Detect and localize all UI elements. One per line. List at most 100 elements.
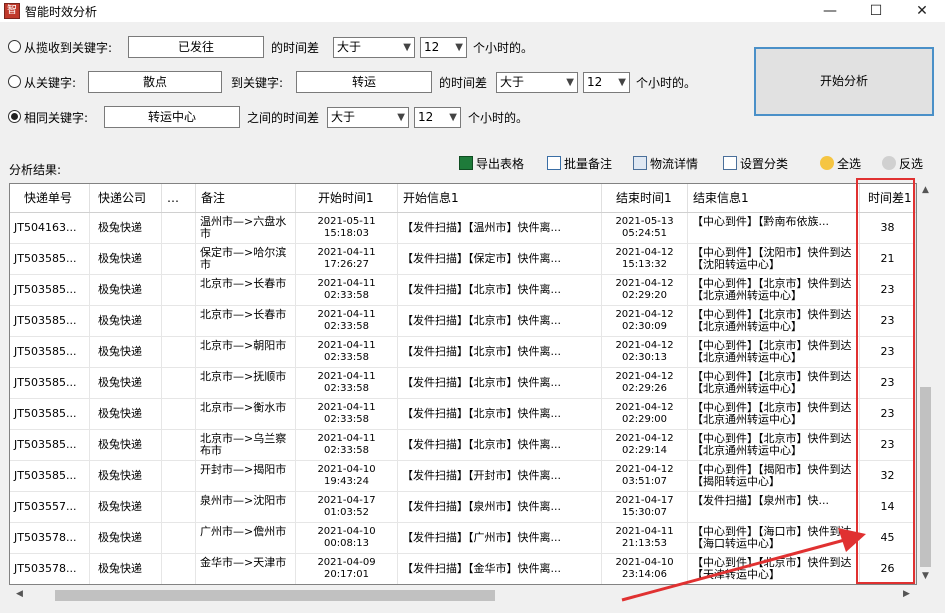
scroll-up-icon[interactable]: ▲ bbox=[917, 185, 934, 195]
radio-same-keyword[interactable] bbox=[8, 110, 21, 123]
export-table-button[interactable]: 导出表格 bbox=[459, 154, 524, 174]
col-end-time[interactable]: 结束时间1 bbox=[602, 184, 688, 212]
cell-end-time: 2021-04-12 15:13:32 bbox=[602, 244, 688, 274]
cell-end-time: 2021-04-12 02:30:09 bbox=[602, 306, 688, 336]
clock-text: 17:26:27 bbox=[324, 259, 369, 270]
cell-start-time: 2021-04-11 02:33:58 bbox=[296, 399, 398, 429]
table-row[interactable]: JT503585... 极兔快递 北京市—>长春市 2021-04-11 02:33:5… bbox=[10, 306, 916, 337]
row3-compare-select[interactable]: 大于 ▼ bbox=[327, 107, 409, 128]
cell-hidden bbox=[162, 213, 196, 243]
cell-end-info: 【中心到件】【沈阳市】快件到达【沈阳转运中心】 bbox=[688, 244, 860, 274]
row2-from-keyword-input[interactable]: 散点 bbox=[88, 71, 222, 93]
batch-note-button[interactable]: 批量备注 bbox=[547, 154, 612, 174]
cell-end-info: 【中心到件】【北京市】快件到达【北京通州转运中心】 bbox=[688, 306, 860, 336]
row2-compare-select[interactable]: 大于 ▼ bbox=[496, 72, 578, 93]
row1-compare-select[interactable]: 大于 ▼ bbox=[333, 37, 415, 58]
cell-tracking-number: JT503585... bbox=[10, 399, 90, 429]
col-company[interactable]: 快递公司 bbox=[90, 184, 162, 212]
clock-text: 01:03:52 bbox=[324, 507, 369, 518]
cell-end-info: 【中心到件】【北京市】快件到达【北京通州转运中心】 bbox=[688, 337, 860, 367]
cell-note: 开封市—>揭阳市 bbox=[196, 461, 296, 491]
date-text: 2021-04-12 bbox=[615, 278, 674, 289]
cell-start-time: 2021-04-11 02:33:58 bbox=[296, 430, 398, 460]
cell-company: 极兔快递 bbox=[90, 213, 162, 243]
clock-text: 02:29:26 bbox=[622, 383, 667, 394]
note-icon bbox=[547, 156, 561, 170]
row1-hours-select[interactable]: 12 ▼ bbox=[420, 37, 467, 58]
cell-hidden bbox=[162, 244, 196, 274]
table-row[interactable]: JT503585... 极兔快递 北京市—>衡水市 2021-04-11 02:33:5… bbox=[10, 399, 916, 430]
cell-company: 极兔快递 bbox=[90, 337, 162, 367]
time-diff-highlight-box bbox=[856, 178, 915, 584]
horizontal-scrollbar[interactable]: ◀ ▶ bbox=[9, 587, 917, 604]
cell-end-info: 【中心到件】【北京市】快件到达【北京通州转运中心】 bbox=[688, 430, 860, 460]
chevron-down-icon: ▼ bbox=[455, 42, 463, 53]
select-all-button[interactable]: 全选 bbox=[820, 154, 861, 174]
minimize-button[interactable]: — bbox=[807, 0, 853, 22]
row3-hours-select[interactable]: 12 ▼ bbox=[414, 107, 461, 128]
table-row[interactable]: JT503578... 极兔快递 广州市—>儋州市 2021-04-10 00:08:1… bbox=[10, 523, 916, 554]
cell-note: 北京市—>抚顺市 bbox=[196, 368, 296, 398]
close-button[interactable]: ✕ bbox=[899, 0, 945, 22]
cell-hidden bbox=[162, 461, 196, 491]
cell-end-time: 2021-04-12 02:29:00 bbox=[602, 399, 688, 429]
start-analysis-button[interactable]: 开始分析 bbox=[754, 47, 934, 116]
radio-from-pickup[interactable] bbox=[8, 40, 21, 53]
radio-from-keyword[interactable] bbox=[8, 75, 21, 88]
row2-unit: 个小时的。 bbox=[636, 76, 697, 90]
cell-tracking-number: JT503585... bbox=[10, 430, 90, 460]
cell-note: 北京市—>长春市 bbox=[196, 306, 296, 336]
scroll-right-icon[interactable]: ▶ bbox=[898, 589, 915, 599]
table-row[interactable]: JT503585... 极兔快递 北京市—>长春市 2021-04-11 02:33:5… bbox=[10, 275, 916, 306]
clock-text: 02:33:58 bbox=[324, 290, 369, 301]
cell-start-time: 2021-04-10 00:08:13 bbox=[296, 523, 398, 553]
col-end-info[interactable]: 结束信息1 bbox=[688, 184, 860, 212]
date-text: 2021-04-11 bbox=[615, 526, 674, 537]
cell-hidden bbox=[162, 554, 196, 584]
horizontal-scroll-thumb[interactable] bbox=[55, 590, 495, 601]
col-start-time[interactable]: 开始时间1 bbox=[296, 184, 398, 212]
cell-company: 极兔快递 bbox=[90, 244, 162, 274]
scroll-left-icon[interactable]: ◀ bbox=[11, 589, 28, 599]
col-tracking-number[interactable]: 快递单号 bbox=[10, 184, 90, 212]
cell-start-info: 【发件扫描】【开封市】快件离... bbox=[398, 461, 602, 491]
col-start-info[interactable]: 开始信息1 bbox=[398, 184, 602, 212]
set-category-button[interactable]: 设置分类 bbox=[723, 154, 788, 174]
clock-text: 02:29:00 bbox=[622, 414, 667, 425]
chevron-down-icon: ▼ bbox=[618, 77, 626, 88]
logistics-detail-button[interactable]: 物流详情 bbox=[633, 154, 698, 174]
table-row[interactable]: JT503585... 极兔快递 开封市—>揭阳市 2021-04-10 19:43:2… bbox=[10, 461, 916, 492]
row3-keyword-input[interactable]: 转运中心 bbox=[104, 106, 240, 128]
cell-tracking-number: JT503585... bbox=[10, 337, 90, 367]
cell-tracking-number: JT503585... bbox=[10, 275, 90, 305]
row1-keyword-input[interactable]: 已发往 bbox=[128, 36, 264, 58]
table-row[interactable]: JT504163... 极兔快递 温州市—>六盘水市 2021-05-11 15:18:… bbox=[10, 213, 916, 244]
scroll-down-icon[interactable]: ▼ bbox=[917, 571, 934, 581]
vertical-scroll-thumb[interactable] bbox=[920, 387, 931, 567]
cell-start-time: 2021-04-09 20:17:01 bbox=[296, 554, 398, 584]
table-row[interactable]: JT503585... 极兔快递 北京市—>抚顺市 2021-04-11 02:33:5… bbox=[10, 368, 916, 399]
table-row[interactable]: JT503557... 极兔快递 泉州市—>沈阳市 2021-04-17 01:03:5… bbox=[10, 492, 916, 523]
cell-end-info: 【中心到件】【海口市】快件到达【海口转运中心】 bbox=[688, 523, 860, 553]
cell-hidden bbox=[162, 430, 196, 460]
table-row[interactable]: JT503585... 极兔快递 保定市—>哈尔滨市 2021-04-11 17:26:… bbox=[10, 244, 916, 275]
cell-tracking-number: JT503578... bbox=[10, 554, 90, 584]
cell-tracking-number: JT503578... bbox=[10, 523, 90, 553]
cell-hidden bbox=[162, 399, 196, 429]
cell-company: 极兔快递 bbox=[90, 492, 162, 522]
row2-hours-select[interactable]: 12 ▼ bbox=[583, 72, 630, 93]
maximize-button[interactable]: ☐ bbox=[853, 0, 899, 22]
cell-start-info: 【发件扫描】【温州市】快件离... bbox=[398, 213, 602, 243]
col-note[interactable]: 备注 bbox=[196, 184, 296, 212]
date-text: 2021-04-12 bbox=[615, 464, 674, 475]
vertical-scrollbar[interactable]: ▲ ▼ bbox=[917, 183, 934, 585]
row2-to-keyword-input[interactable]: 转运 bbox=[296, 71, 432, 93]
clock-text: 03:51:07 bbox=[622, 476, 667, 487]
table-row[interactable]: JT503578... 极兔快递 金华市—>天津市 2021-04-09 20:17:0… bbox=[10, 554, 916, 584]
table-row[interactable]: JT503585... 极兔快递 北京市—>乌兰察布市 2021-04-11 02:33… bbox=[10, 430, 916, 461]
col-hidden[interactable]: … bbox=[162, 184, 196, 212]
invert-selection-button[interactable]: 反选 bbox=[882, 154, 923, 174]
results-table[interactable]: 快递单号 快递公司 … 备注 开始时间1 开始信息1 结束时间1 结束信息1 时… bbox=[9, 183, 917, 585]
table-row[interactable]: JT503585... 极兔快递 北京市—>朝阳市 2021-04-11 02:33:5… bbox=[10, 337, 916, 368]
cell-note: 北京市—>长春市 bbox=[196, 275, 296, 305]
